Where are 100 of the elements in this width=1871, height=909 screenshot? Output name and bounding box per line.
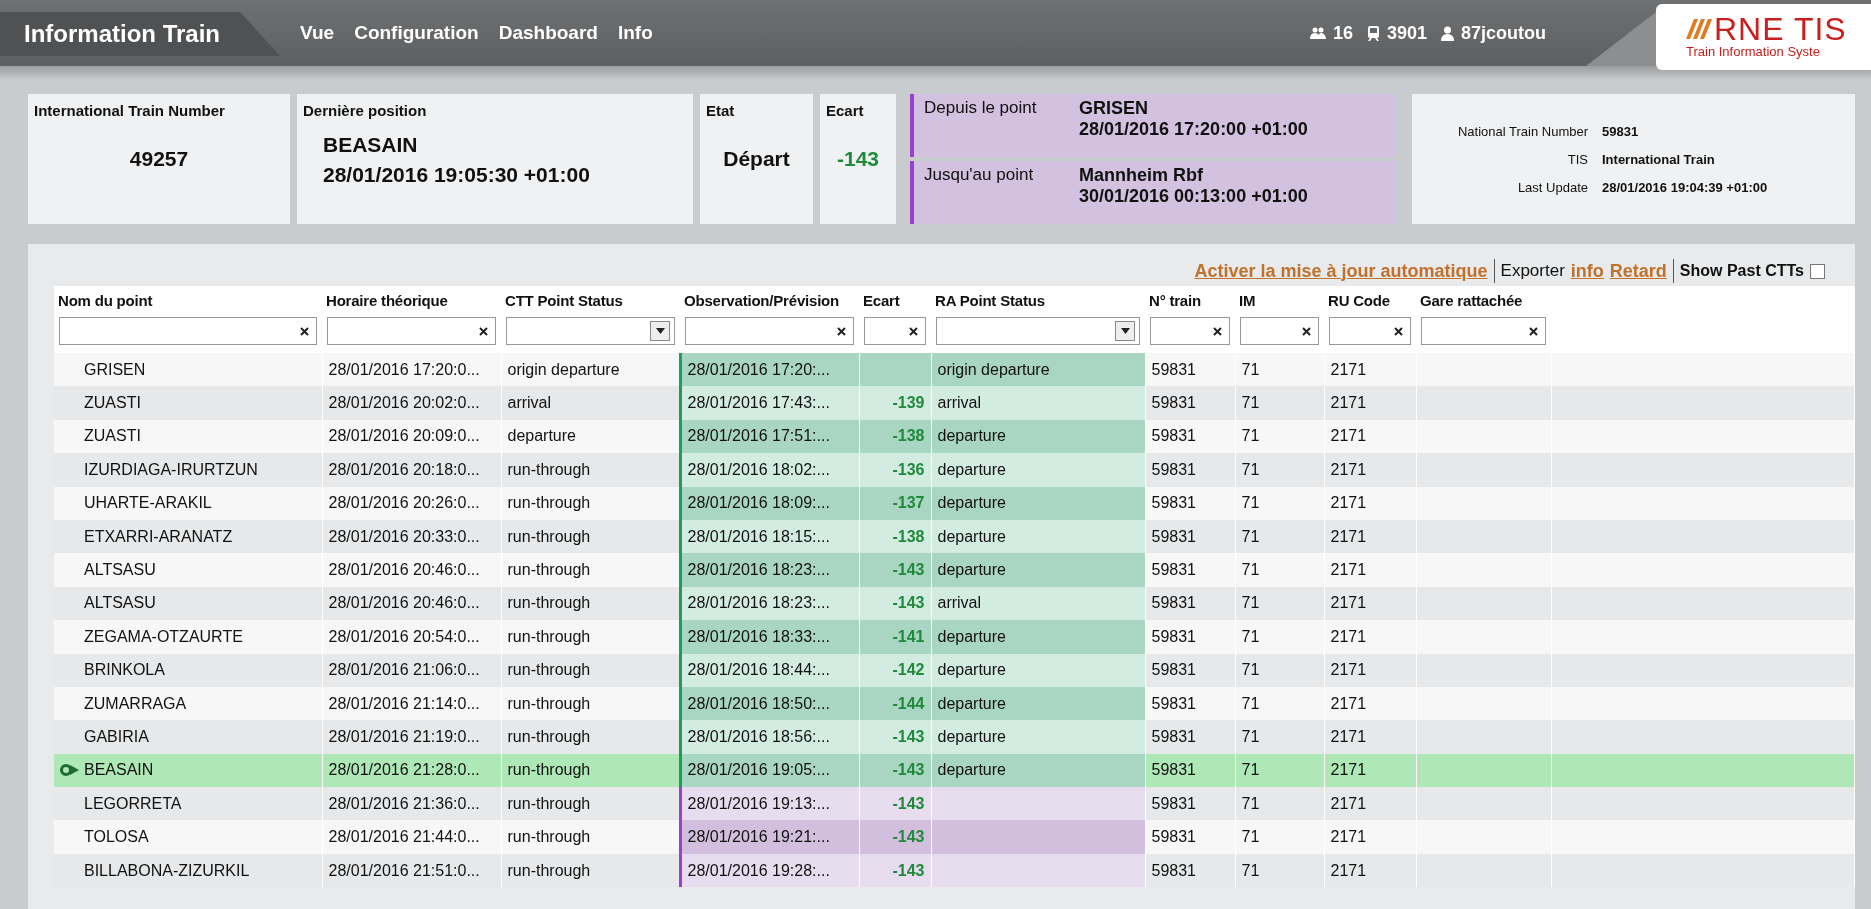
im-cell: 71 [1241,861,1260,879]
planned-time: 28/01/2016 21:19:0... [328,728,480,745]
ctt-status: run-through [507,661,591,679]
observed-time: 28/01/2016 18:23:... [687,594,830,612]
card-label: International Train Number [34,102,226,119]
column-header[interactable]: RU Code [1324,286,1416,313]
train-number-cell: 59831 [1151,627,1196,645]
clear-icon[interactable] [909,326,918,336]
column-header[interactable]: IM [1235,286,1324,313]
planned-time: 28/01/2016 21:44:0... [328,828,480,846]
ru-code-cell: 2171 [1330,661,1367,679]
filter-field[interactable] [1150,317,1230,345]
ru-code-cell: 2171 [1330,694,1367,712]
observed-time: 28/01/2016 18:02:... [687,460,830,478]
nav-link[interactable]: Configuration [354,22,479,44]
card-label: Ecart [826,102,865,119]
deviation: -143 [892,794,925,812]
toolbar-link[interactable]: Exporter [1500,261,1565,281]
column-header[interactable]: N° train [1145,286,1235,313]
state-value: Départ [722,147,791,171]
clear-icon[interactable] [1529,326,1538,336]
filter-field[interactable] [1240,317,1319,345]
im-cell: 71 [1241,561,1260,579]
ra-status: arrival [937,594,982,612]
train-number-cell: 59831 [1151,527,1196,545]
point-name: ZUASTI [84,394,141,413]
clear-icon[interactable] [479,326,488,336]
clear-icon[interactable] [1394,326,1403,336]
filter-field[interactable] [1421,317,1546,345]
nav-link[interactable]: Info [617,22,653,44]
logo: RNE TIS Train Information Syste [1656,4,1871,70]
deviation: -144 [892,694,925,712]
ru-code-cell: 2171 [1330,360,1367,378]
point-name: BEASAIN [84,761,154,780]
ru-code-cell: 2171 [1330,527,1367,545]
ru-code-cell: 2171 [1330,728,1367,745]
station-name: BEASAIN [323,133,419,157]
ra-status: departure [937,427,1006,445]
planned-time: 28/01/2016 21:36:0... [328,794,480,812]
filter-field[interactable] [685,317,854,345]
observed-time: 28/01/2016 18:50:... [687,694,830,712]
im-cell: 71 [1241,394,1260,412]
planned-time: 28/01/2016 20:09:0... [328,427,480,445]
train-number-cell: 59831 [1151,761,1196,779]
point-name: ALTSASU [84,561,156,580]
observed-time: 28/01/2016 19:13:... [687,794,830,812]
im-cell: 71 [1241,360,1260,378]
point-name: ETXARRI-ARANATZ [84,527,233,546]
train-number-cell: 59831 [1151,861,1196,879]
point-name: LEGORRETA [84,794,182,813]
ra-status: arrival [937,394,982,412]
column-header[interactable]: CTT Point Status [501,286,680,313]
column-header[interactable]: RA Point Status [931,286,1145,313]
planned-time: 28/01/2016 20:02:0... [328,394,480,412]
im-cell: 71 [1241,828,1260,846]
filter-field[interactable] [864,317,926,345]
ru-code-cell: 2171 [1330,794,1367,812]
ra-status: departure [937,460,1006,478]
planned-time: 28/01/2016 20:46:0... [328,561,480,579]
nav-link[interactable]: Dashboard [498,22,598,44]
clear-icon[interactable] [300,326,309,336]
im-cell: 71 [1241,627,1260,645]
train-number-cell: 59831 [1151,828,1196,846]
column-header[interactable]: Ecart [859,286,931,313]
ru-code-cell: 2171 [1330,394,1367,412]
checkbox[interactable] [1810,263,1825,279]
detail-label: Last Update [1516,179,1588,195]
column-header[interactable]: Nom du point [54,286,322,313]
column-header[interactable]: Observation/Prévision [680,286,859,313]
nav-link[interactable]: Vue [300,22,335,44]
im-cell: 71 [1241,694,1260,712]
ctt-status: arrival [507,394,552,412]
ra-status: departure [937,728,1006,745]
tram-icon [1366,25,1380,41]
ctt-status: run-through [507,561,591,579]
filter-field[interactable] [59,317,317,345]
point-name: GABIRIA [84,728,149,746]
stat-value: 87jcoutou [1461,22,1546,44]
ra-status: departure [937,561,1006,579]
planned-time: 28/01/2016 17:20:0... [328,360,480,378]
deviation: -142 [892,661,925,679]
column-header[interactable]: Horaire théorique [322,286,501,313]
ctt-status: run-through [507,494,591,512]
ru-code-cell: 2171 [1330,761,1367,779]
observed-time: 28/01/2016 17:20:... [687,360,830,378]
point-name: BILLABONA-ZIZURKIL [84,861,250,880]
train-number-cell: 59831 [1151,360,1196,378]
clear-icon[interactable] [1213,326,1222,336]
filter-field[interactable] [327,317,496,345]
ctt-status: run-through [507,828,591,846]
filter-field[interactable] [1329,317,1411,345]
clear-icon[interactable] [837,326,846,336]
observed-time: 28/01/2016 18:33:... [687,627,830,645]
clear-icon[interactable] [1302,326,1311,336]
planned-time: 28/01/2016 20:54:0... [328,627,480,645]
planned-time: 28/01/2016 21:06:0... [328,661,480,679]
column-header[interactable]: Gare rattachée [1416,286,1551,313]
route-station: Mannheim Rbf [1079,165,1204,186]
ra-status: departure [937,761,1006,779]
im-cell: 71 [1241,527,1260,545]
